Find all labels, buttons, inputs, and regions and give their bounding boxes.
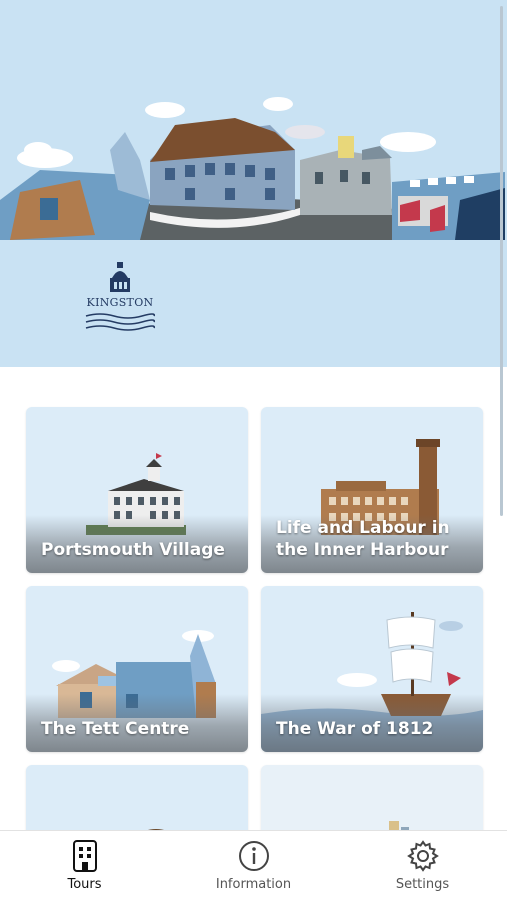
tour-card-tett-centre[interactable]: The Tett Centre [26, 586, 248, 752]
tour-card-inner-harbour[interactable]: Life and Labour in the Inner Harbour [261, 407, 483, 573]
tour-card-5[interactable] [26, 765, 248, 831]
hero-illustration [0, 0, 507, 240]
kingston-dome-icon [110, 262, 130, 292]
kingston-logo-text: KINGSTON [86, 296, 154, 309]
tour-card-war-of-1812[interactable]: The War of 1812 [261, 586, 483, 752]
waves-icon [85, 313, 156, 331]
tour-grid: Portsmouth Village Life and Labour in th… [0, 367, 507, 831]
tab-label: Tours [67, 877, 102, 892]
gear-icon [407, 840, 439, 872]
tour-card-title: The War of 1812 [276, 719, 434, 739]
kingston-logo: KINGSTON [80, 260, 160, 332]
tab-label: Settings [395, 877, 450, 892]
tab-settings[interactable]: Settings [338, 831, 507, 901]
tour-card-title: Life and Labour in the Inner Harbour [276, 518, 450, 560]
tour-card-title: Portsmouth Village [41, 540, 225, 560]
tab-label: Information [215, 877, 292, 892]
tour-card-portsmouth-village[interactable]: Portsmouth Village [26, 407, 248, 573]
tab-tours[interactable]: Tours [0, 831, 169, 901]
bottom-tab-bar: Tours Information Settings [0, 830, 507, 901]
building-icon [73, 840, 97, 872]
hero-banner: KINGSTON [0, 0, 507, 367]
tour-card-title: The Tett Centre [41, 719, 190, 739]
tour-card-6[interactable] [261, 765, 483, 831]
tour-card-6-illustration [389, 821, 409, 831]
tab-information[interactable]: Information [169, 831, 338, 901]
tour-card-5-illustration [144, 829, 168, 831]
info-icon [239, 841, 269, 871]
